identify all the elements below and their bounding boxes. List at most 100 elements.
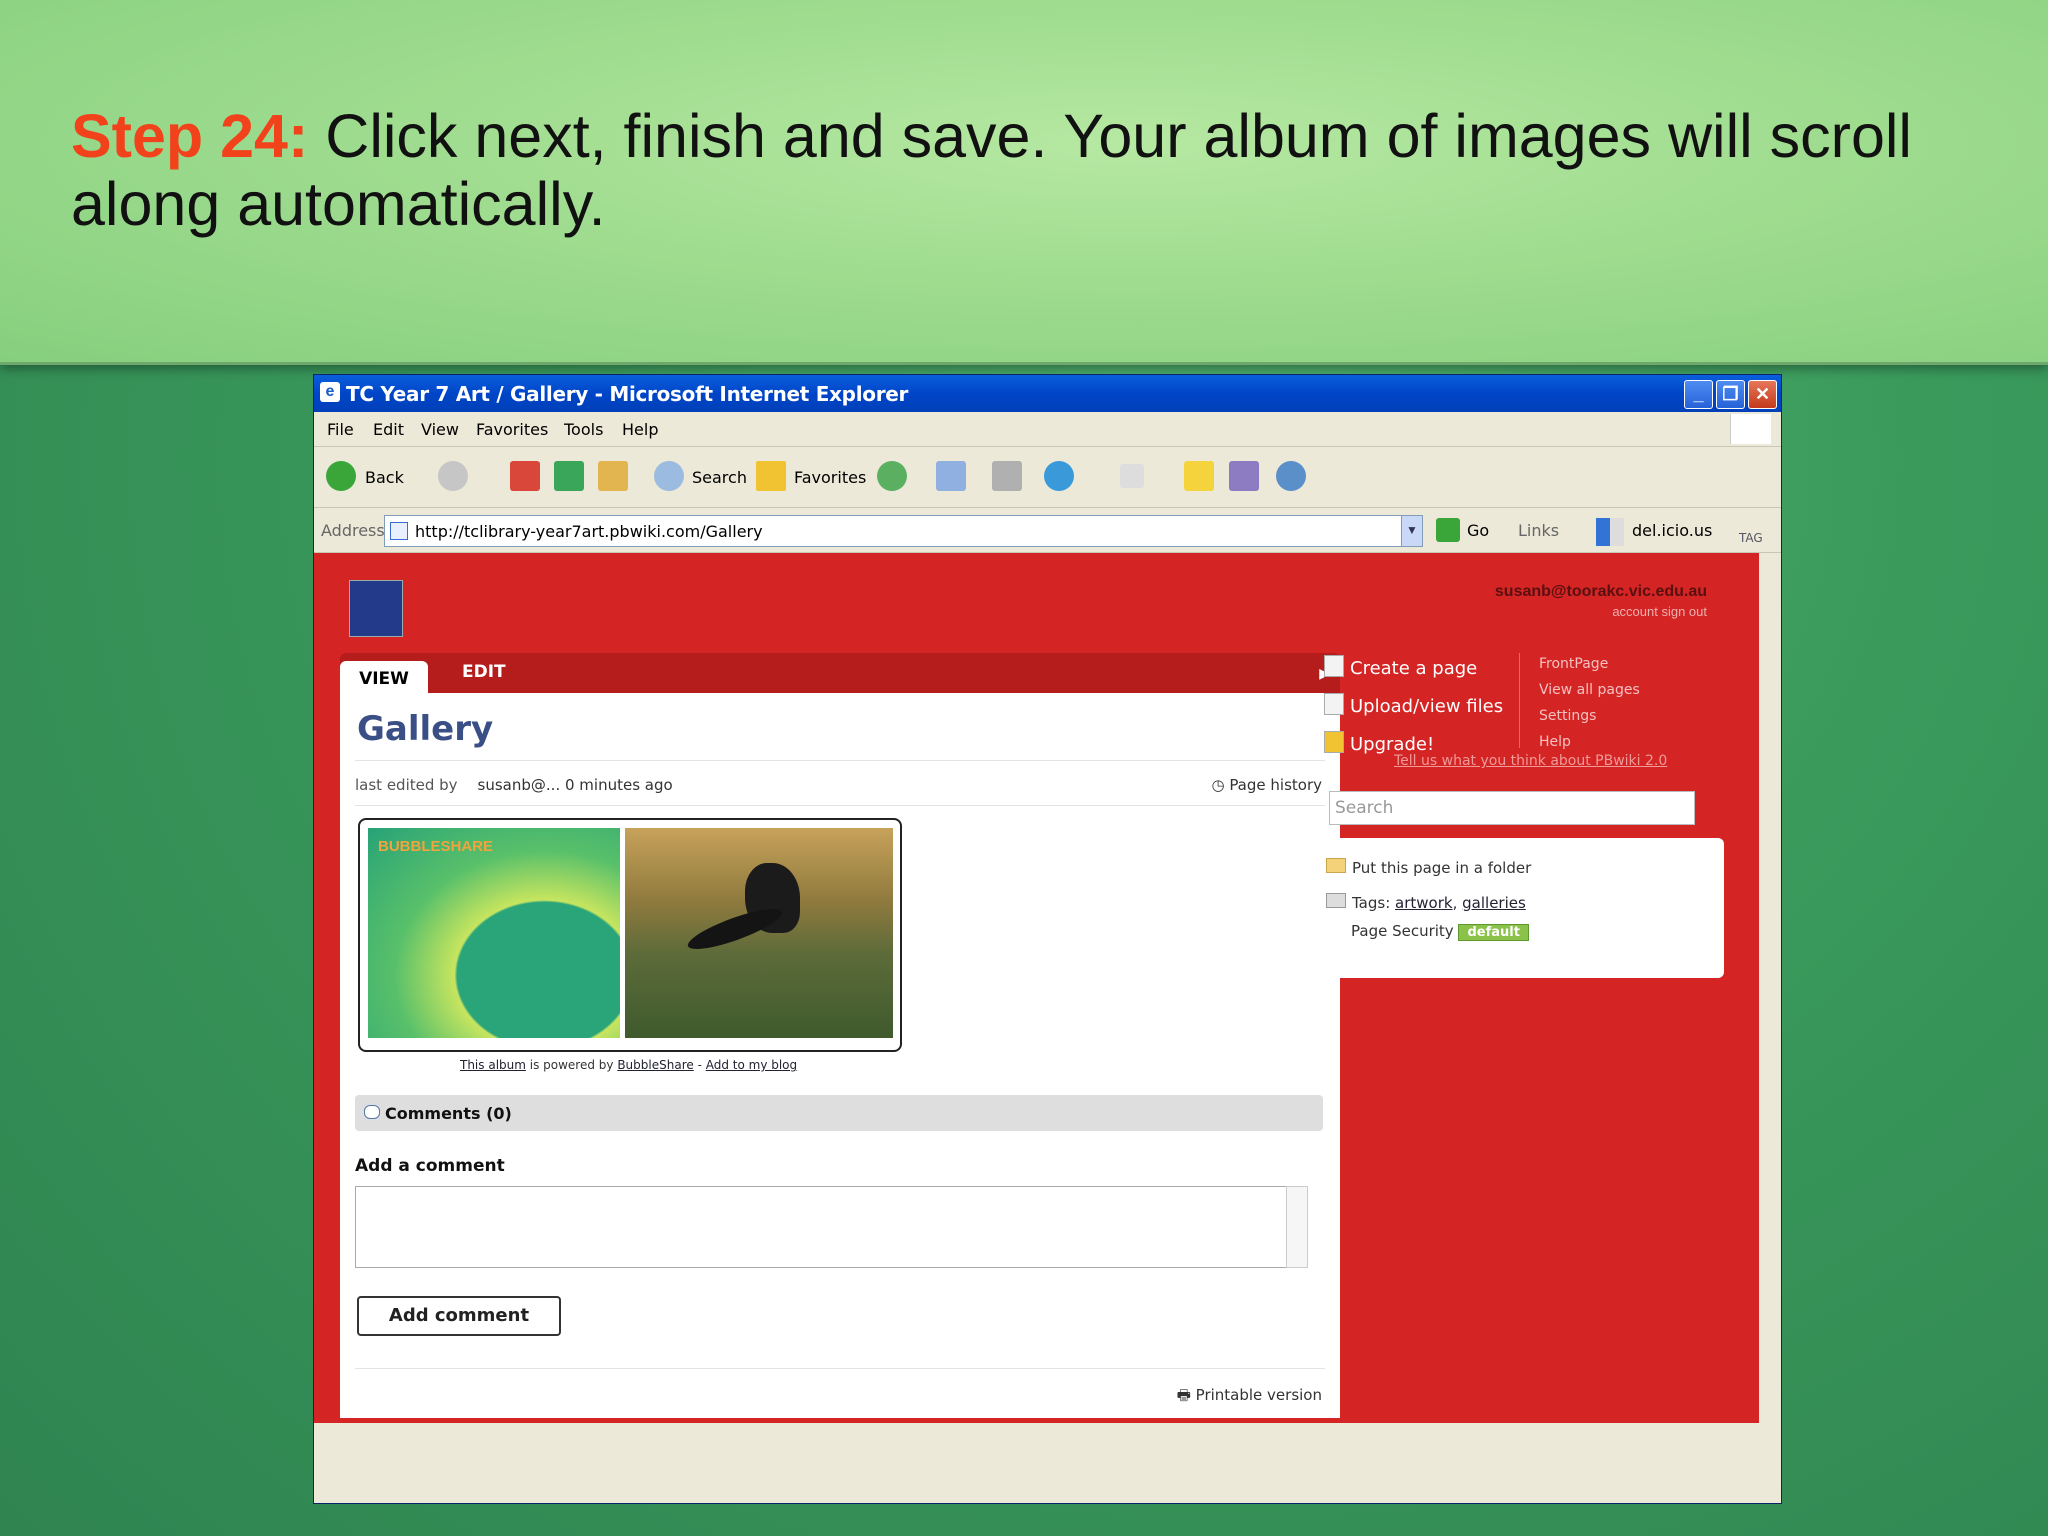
put-in-folder-link[interactable]: Put this page in a folder (1352, 859, 1531, 877)
page-tabs: VIEW EDIT ▶ (340, 653, 1340, 693)
title-bar: e TC Year 7 Art / Gallery - Microsoft In… (314, 375, 1781, 412)
contacts-icon[interactable] (1276, 461, 1306, 491)
divider (355, 760, 1325, 761)
links-label[interactable]: Links (1518, 521, 1559, 540)
address-dropdown-icon[interactable]: ▼ (1401, 516, 1422, 546)
bubbleshare-link[interactable]: BubbleShare (617, 1058, 693, 1072)
security-row: Page Security default (1351, 922, 1529, 941)
favorites-label[interactable]: Favorites (794, 468, 866, 487)
research-icon[interactable] (1229, 461, 1259, 491)
menu-favorites[interactable]: Favorites (476, 420, 548, 439)
ie-window: e TC Year 7 Art / Gallery - Microsoft In… (314, 375, 1781, 1503)
refresh-icon[interactable] (554, 461, 584, 491)
wiki-search-placeholder: Search (1335, 798, 1394, 818)
account-links[interactable]: account sign out (1612, 604, 1707, 619)
upload-files-label[interactable]: Upload/view files (1350, 696, 1503, 717)
tag-galleries[interactable]: galleries (1462, 894, 1526, 912)
nav-settings[interactable]: Settings (1539, 708, 1596, 724)
forward-icon[interactable] (438, 461, 468, 491)
wiki-search-input[interactable]: Search (1329, 791, 1695, 825)
comments-header[interactable]: Comments (0) (355, 1095, 1323, 1131)
school-crest-logo (349, 580, 403, 637)
folder-row[interactable]: Put this page in a folder (1326, 858, 1531, 877)
upgrade-action[interactable]: Upgrade! (1324, 731, 1434, 755)
menu-help[interactable]: Help (622, 420, 658, 439)
last-edited-value: susanb@... 0 minutes ago (477, 776, 673, 794)
print-icon[interactable] (992, 461, 1022, 491)
page-info-box: Put this page in a folder Tags: artwork,… (1314, 838, 1724, 978)
favorites-star-icon[interactable] (756, 461, 786, 491)
address-url[interactable]: http://tclibrary-year7art.pbwiki.com/Gal… (415, 522, 763, 541)
back-label[interactable]: Back (365, 468, 404, 487)
go-arrow-icon[interactable] (1436, 518, 1460, 542)
album-caption-sep: - (693, 1058, 706, 1072)
page-history-link[interactable]: ◷ Page history (1211, 776, 1322, 794)
window-title: TC Year 7 Art / Gallery - Microsoft Inte… (346, 382, 909, 406)
tag-artwork[interactable]: artwork (1395, 894, 1453, 912)
folder-icon (1326, 858, 1346, 873)
messenger-icon[interactable] (1044, 461, 1074, 491)
menu-tools[interactable]: Tools (564, 420, 603, 439)
bubbleshare-album[interactable]: BUBBLESHARE (358, 818, 902, 1052)
search-icon[interactable] (654, 461, 684, 491)
menu-bar: File Edit View Favorites Tools Help (314, 412, 1781, 447)
edit-page-icon[interactable] (1120, 464, 1144, 488)
add-comment-button[interactable]: Add comment (357, 1296, 561, 1336)
delicious-button[interactable]: del.icio.us (1632, 521, 1712, 540)
create-page-action[interactable]: Create a page (1324, 655, 1477, 679)
step-label: Step 24: (71, 102, 309, 170)
tag-icon (1326, 893, 1346, 908)
home-icon[interactable] (598, 461, 628, 491)
album-slide-swirl: BUBBLESHARE (368, 828, 620, 1038)
feedback-link[interactable]: Tell us what you think about PBwiki 2.0 (1394, 753, 1667, 769)
slide-step-text: Step 24: Click next, finish and save. Yo… (71, 102, 1971, 238)
menu-edit[interactable]: Edit (373, 420, 404, 439)
add-comment-label: Add a comment (355, 1156, 505, 1176)
security-badge[interactable]: default (1458, 924, 1529, 941)
go-button[interactable]: Go (1467, 521, 1489, 540)
search-label[interactable]: Search (692, 468, 747, 487)
album-link[interactable]: This album (460, 1058, 526, 1072)
menu-file[interactable]: File (327, 420, 354, 439)
stop-icon[interactable] (510, 461, 540, 491)
tag-button[interactable]: TAG (1739, 531, 1763, 545)
album-slide-surfer (625, 828, 893, 1038)
clock-icon: ◷ (1211, 776, 1230, 794)
create-page-label[interactable]: Create a page (1350, 658, 1477, 679)
comment-scrollbar[interactable] (1286, 1186, 1308, 1268)
menu-view[interactable]: View (421, 420, 459, 439)
back-icon[interactable] (326, 461, 356, 491)
minimize-button[interactable]: _ (1684, 380, 1713, 409)
close-button[interactable]: ✕ (1748, 380, 1777, 409)
tags-row: Tags: artwork, galleries (1326, 893, 1526, 912)
divider (355, 1368, 1325, 1369)
add-to-blog-link[interactable]: Add to my blog (706, 1058, 797, 1072)
comment-textarea[interactable] (355, 1186, 1287, 1268)
nav-view-all-pages[interactable]: View all pages (1539, 682, 1640, 698)
nav-divider (1519, 653, 1520, 748)
tab-edit[interactable]: EDIT (462, 662, 506, 682)
nav-frontpage[interactable]: FrontPage (1539, 656, 1608, 672)
page-history-label[interactable]: Page history (1229, 776, 1322, 794)
mail-icon[interactable] (936, 461, 966, 491)
page-icon (390, 522, 408, 540)
printable-version-link[interactable]: 🖶 Printable version (1177, 1385, 1322, 1410)
history-icon[interactable] (877, 461, 907, 491)
upload-icon (1324, 693, 1344, 715)
notes-icon[interactable] (1184, 461, 1214, 491)
printer-icon: 🖶 (1176, 1386, 1196, 1404)
upload-files-action[interactable]: Upload/view files (1324, 693, 1503, 717)
nav-help[interactable]: Help (1539, 734, 1571, 750)
address-input[interactable]: http://tclibrary-year7art.pbwiki.com/Gal… (384, 515, 1423, 547)
restore-button[interactable]: ❐ (1716, 380, 1745, 409)
address-label: Address (321, 521, 385, 540)
step-instruction: Click next, finish and save. Your album … (71, 102, 1912, 238)
last-edited-label: last edited by (355, 776, 458, 794)
upgrade-label[interactable]: Upgrade! (1350, 734, 1434, 755)
printable-label[interactable]: Printable version (1196, 1386, 1322, 1404)
page-content: Gallery last edited by susanb@... 0 minut… (340, 693, 1340, 1418)
tab-view[interactable]: VIEW (340, 661, 428, 693)
new-page-icon (1324, 655, 1344, 677)
security-label: Page Security (1351, 922, 1454, 940)
comments-count[interactable]: Comments (0) (385, 1104, 512, 1123)
